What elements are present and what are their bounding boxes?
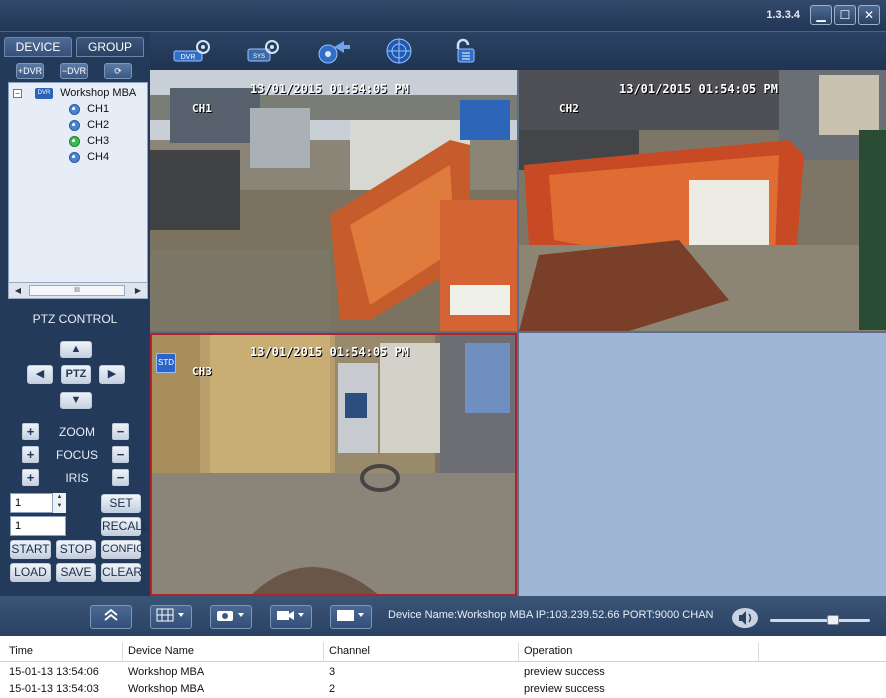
close-button[interactable]: ✕ [858,5,880,25]
ch3-label: CH3 [192,365,212,378]
tab-device[interactable]: DEVICE [4,37,72,57]
tree-channel-1[interactable]: CH1 [69,101,109,117]
ptz-down-button[interactable]: ▼ [60,392,92,409]
log-row[interactable]: 15-01-13 13:54:06 Workshop MBA 3 preview… [0,666,886,683]
recall-button[interactable]: RECALL [101,517,149,536]
maximize-button[interactable]: ☐ [834,5,856,25]
collapse-up-icon[interactable] [90,605,132,629]
left-panel: DEVICE GROUP +DVR −DVR ⟳ − DVR Workshop … [0,32,150,596]
remove-device-button[interactable]: −DVR [60,63,88,79]
display-mode-icon[interactable] [330,605,372,629]
column-divider [758,642,759,662]
tab-group[interactable]: GROUP [76,37,144,57]
tree-device-row[interactable]: − DVR Workshop MBA [13,85,136,101]
app-version: 1.3.3.4 [766,9,800,21]
scroll-right-icon[interactable]: ▶ [131,284,145,297]
record-video-icon[interactable] [270,605,312,629]
radar-icon[interactable] [384,37,414,65]
camera-icon [69,119,80,131]
config-button[interactable]: CONFIG [101,540,145,559]
zoom-label: ZOOM [59,425,95,439]
preset-stepper[interactable]: ▲ ▼ [52,493,66,513]
ch3-timestamp: 13/01/2015 01:54:05 PM [250,345,409,359]
ptz-right-button[interactable]: ▶ [99,365,125,384]
zoom-in-button[interactable]: + [22,423,39,440]
dvr-settings-icon[interactable]: DVR [172,37,212,65]
col-time: Time [9,645,34,657]
log-row[interactable]: 15-01-13 13:54:03 Workshop MBA 2 preview… [0,683,886,698]
tree-scrollbar[interactable]: ◀ III ▶ [8,282,148,299]
camera-icon [69,151,80,163]
tree-channel-2[interactable]: CH2 [69,117,109,133]
title-bar: 1.3.3.4 ▁ ☐ ✕ [0,0,886,32]
ptz-title: PTZ CONTROL [32,312,118,326]
video-tile-ch1[interactable]: 13/01/2015 01:54:05 PM CH1 [150,70,517,331]
iris-label: IRIS [65,471,89,485]
video-grid: 13/01/2015 01:54:05 PM CH1 13/01/2015 01… [150,70,886,596]
scroll-left-icon[interactable]: ◀ [11,284,25,297]
col-device-name: Device Name [128,645,195,657]
add-device-button[interactable]: +DVR [16,63,44,79]
volume-speaker-icon[interactable] [731,606,759,630]
control-bar: Device Name:Workshop MBA IP:103.239.52.6… [0,596,886,636]
svg-text:DVR: DVR [181,54,196,61]
iris-open-button[interactable]: + [22,469,39,486]
load-button[interactable]: LOAD [10,563,51,582]
ptz-center-button[interactable]: PTZ [61,365,91,384]
device-name: Workshop MBA [60,87,137,99]
log-header: Time Device Name Channel Operation [0,642,886,662]
ch2-timestamp: 13/01/2015 01:54:05 PM [619,82,778,96]
zoom-out-button[interactable]: − [112,423,129,440]
focus-out-button[interactable]: − [112,446,129,463]
ch2-label: CH2 [559,102,579,115]
video-tile-ch2[interactable]: 13/01/2015 01:54:05 PM CH2 [519,70,886,331]
clear-button[interactable]: CLEAR [101,563,142,582]
col-channel: Channel [329,645,370,657]
column-divider [518,642,519,662]
start-button[interactable]: START [10,540,51,559]
video-tile-ch3[interactable]: STD 13/01/2015 01:54:05 PM CH3 [150,333,517,596]
device-info-text: Device Name:Workshop MBA IP:103.239.52.6… [388,609,714,621]
col-operation: Operation [524,645,573,657]
sidebar-tabs: DEVICE GROUP [4,37,148,57]
tree-channel-4[interactable]: CH4 [69,149,109,165]
stop-button[interactable]: STOP [56,540,96,559]
column-divider [323,642,324,662]
set-button[interactable]: SET [101,494,141,513]
minimize-button[interactable]: ▁ [810,5,832,25]
camera-active-icon [69,135,80,147]
refresh-icon[interactable]: ⟳ [104,63,132,79]
speed-input[interactable]: 1 [10,516,66,536]
dvr-icon: DVR [35,87,53,99]
tree-toolbar: +DVR −DVR ⟳ [8,61,144,83]
playback-icon[interactable] [316,37,352,65]
collapse-icon[interactable]: − [13,89,22,98]
column-divider [122,642,123,662]
operation-log: Time Device Name Channel Operation 15-01… [0,636,886,698]
video-tile-empty[interactable] [519,333,886,596]
volume-slider[interactable] [770,615,870,625]
ptz-left-button[interactable]: ◀ [27,365,53,384]
scroll-thumb[interactable]: III [29,285,125,296]
main-toolbar: DVR SYS [150,32,886,70]
system-settings-icon[interactable]: SYS [244,37,284,65]
save-button[interactable]: SAVE [56,563,96,582]
tree-channel-3[interactable]: CH3 [69,133,109,149]
device-tree: − DVR Workshop MBA CH1 CH2 CH3 CH4 [8,82,148,299]
volume-slider-thumb[interactable] [827,615,840,625]
ch1-label: CH1 [192,102,212,115]
layout-grid-icon[interactable] [150,605,192,629]
snapshot-camera-icon[interactable] [210,605,252,629]
lock-icon[interactable] [450,37,480,65]
camera-icon [69,103,80,115]
iris-close-button[interactable]: − [112,469,129,486]
focus-in-button[interactable]: + [22,446,39,463]
focus-label: FOCUS [56,448,98,462]
std-badge: STD [156,353,176,373]
ptz-up-button[interactable]: ▲ [60,341,92,358]
ch1-timestamp: 13/01/2015 01:54:05 PM [250,82,409,96]
svg-text:SYS: SYS [253,54,265,60]
